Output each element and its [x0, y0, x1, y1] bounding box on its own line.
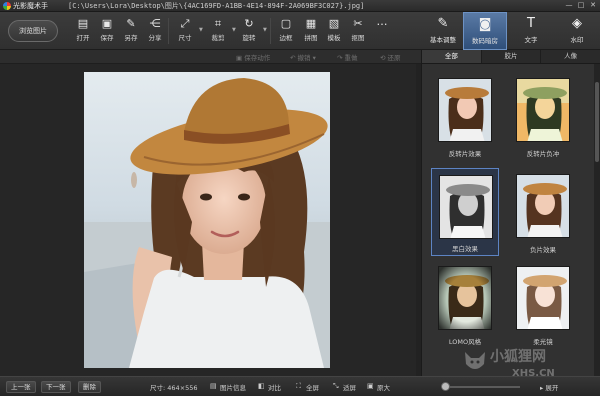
action-bar: ▣ 保存动作 ↶ 撤销 ▾ ↷ 重做 ⟲ 还原 [0, 50, 421, 64]
watermark-icon: ◈ [572, 16, 582, 31]
watermark-url: XHS.CN [512, 368, 555, 379]
save-as-icon: ✎ [126, 17, 136, 30]
app-logo-icon [3, 2, 11, 10]
undo-button[interactable]: ↶ 撤销 ▾ [290, 52, 316, 62]
text-icon: T [527, 16, 535, 31]
next-image-button[interactable]: 下一张 [41, 381, 71, 393]
effect-reversal-film[interactable]: 反转片效果 [431, 72, 499, 160]
save-icon: ▣ [101, 17, 113, 30]
minimize-button[interactable]: — [564, 1, 574, 10]
effects-panel: 全部 胶片 人像 反转片效果 反转片负冲 黑白效果 负片效果 LOMO风格 柔光… [421, 50, 600, 376]
toolbar-divider [270, 18, 271, 44]
cutout-icon: ✂ [353, 17, 363, 30]
fit-screen-button[interactable]: 适屏 [343, 382, 356, 392]
delete-button[interactable]: 删除 [78, 381, 101, 393]
file-path: [C:\Users\Lora\Desktop\图片\{4AC169FD-A1BB… [68, 2, 365, 10]
window-controls: — □ ✕ [564, 1, 598, 10]
previous-image-button[interactable]: 上一张 [6, 381, 36, 393]
template-icon: ▧ [328, 17, 340, 30]
crop-icon: ⌗ [214, 17, 222, 30]
save-button[interactable]: ▣ 保存 [94, 16, 120, 46]
tab-portrait[interactable]: 人像 [541, 50, 600, 63]
edited-photo [84, 72, 330, 368]
original-size-icon: ▣ [367, 382, 374, 390]
fit-screen-icon: ⤡ [333, 382, 339, 390]
watermark-text: 小狐狸网 [490, 349, 546, 365]
effect-negative[interactable]: 负片效果 [509, 168, 577, 256]
cutout-button[interactable]: ✂ 抠图 [345, 16, 371, 46]
effect-label: 反转片负冲 [526, 150, 560, 158]
app-title: 光影魔术手 [13, 2, 48, 10]
resize-button[interactable]: ⤢ 尺寸 [172, 16, 198, 46]
open-folder-icon: ▤ [77, 17, 89, 30]
open-button[interactable]: ▤ 打开 [70, 16, 96, 46]
effect-black-white[interactable]: 黑白效果 [431, 168, 499, 256]
fullscreen-button[interactable]: 全屏 [306, 382, 319, 392]
save-as-button[interactable]: ✎ 另存 [118, 16, 144, 46]
save-action-button[interactable]: ▣ 保存动作 [236, 52, 270, 62]
basic-adjust-icon: ✎ [437, 16, 449, 31]
resize-dropdown-icon[interactable]: ▼ [199, 27, 203, 33]
effect-thumbnail [439, 175, 493, 239]
rotate-icon: ↻ [244, 17, 254, 30]
compare-button[interactable]: 对比 [268, 382, 281, 392]
tab-watermark[interactable]: ◈ 水印 [555, 12, 599, 50]
effect-soft-light[interactable]: 柔光镜 [509, 260, 577, 348]
effect-reversal-cross[interactable]: 反转片负冲 [509, 72, 577, 160]
frame-button[interactable]: ▢ 边框 [273, 16, 299, 46]
share-button[interactable]: ⋲ 分享 [142, 16, 168, 46]
main-toolbar: 浏览图片 ▤ 打开 ▣ 保存 ✎ 另存 ⋲ 分享 ⤢ 尺寸 ▼ ⌗ 裁剪 ▼ ↻… [0, 12, 600, 50]
effect-thumbnail [516, 174, 570, 238]
panel-scrollbar[interactable] [594, 64, 600, 376]
redo-button[interactable]: ↷ 重做 [337, 52, 358, 62]
compare-icon: ◧ [258, 382, 265, 390]
fullscreen-icon: ⛶ [296, 382, 301, 390]
effect-thumbnail [438, 78, 492, 142]
tab-basic-adjust[interactable]: ✎ 基本调整 [421, 12, 465, 50]
maximize-button[interactable]: □ [576, 1, 586, 10]
tab-text[interactable]: T 文字 [509, 12, 553, 50]
more-tools-button[interactable]: … [369, 14, 395, 44]
effect-lomo[interactable]: LOMO风格 [431, 260, 499, 348]
title-bar: 光影魔术手 [C:\Users\Lora\Desktop\图片\{4AC169F… [0, 0, 600, 12]
effect-label: 负片效果 [530, 246, 556, 254]
image-info-icon: ▤ [210, 382, 217, 390]
effect-label: 黑白效果 [452, 245, 478, 253]
close-button[interactable]: ✕ [588, 1, 598, 10]
zoom-slider-handle[interactable] [441, 382, 450, 391]
image-info-button[interactable]: 图片信息 [220, 382, 246, 392]
more-icon: … [376, 15, 388, 28]
browse-images-button[interactable]: 浏览图片 [8, 20, 58, 42]
site-watermark: 小狐狸网 XHS.CN [462, 344, 594, 392]
image-canvas[interactable] [0, 64, 421, 376]
camera-icon: ◙ [478, 17, 492, 32]
effects-tabs: 全部 胶片 人像 [422, 50, 600, 64]
original-size-button[interactable]: 原大 [377, 382, 390, 392]
crop-button[interactable]: ⌗ 裁剪 [205, 16, 231, 46]
panel-scrollbar-thumb[interactable] [595, 82, 599, 162]
toolbar-divider [168, 18, 169, 44]
effect-thumbnail [438, 266, 492, 330]
template-button[interactable]: ▧ 模板 [321, 16, 347, 46]
frame-icon: ▢ [280, 17, 292, 30]
rotate-button[interactable]: ↻ 旋转 [236, 16, 262, 46]
effect-thumbnail [516, 266, 570, 330]
effect-thumbnail [516, 78, 570, 142]
restore-button[interactable]: ⟲ 还原 [380, 52, 401, 62]
image-size: 尺寸: 464×556 [150, 384, 198, 392]
rotate-dropdown-icon[interactable]: ▼ [263, 27, 267, 33]
resize-icon: ⤢ [180, 17, 190, 30]
fox-logo-icon [465, 352, 485, 369]
tab-all[interactable]: 全部 [422, 50, 482, 63]
effect-label: 反转片效果 [448, 150, 482, 158]
share-icon: ⋲ [149, 17, 161, 30]
tab-digital-darkroom[interactable]: ◙ 数码暗房 [463, 12, 507, 50]
tab-film[interactable]: 胶片 [482, 50, 542, 63]
